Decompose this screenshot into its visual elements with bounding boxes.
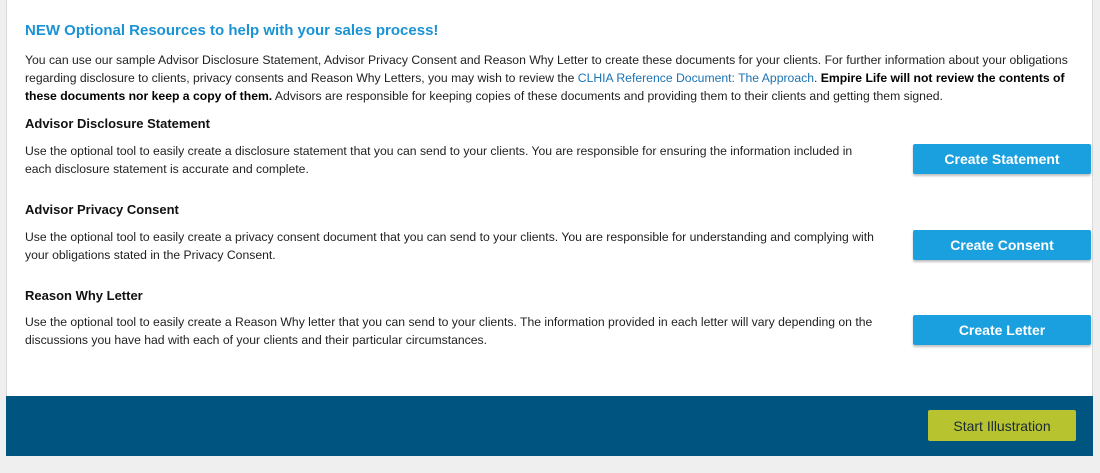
reason-why-letter-description: Use the optional tool to easily create a… bbox=[25, 315, 873, 347]
privacy-consent-title: Advisor Privacy Consent bbox=[25, 202, 179, 217]
privacy-consent-description: Use the optional tool to easily create a… bbox=[25, 230, 874, 262]
disclosure-statement-title: Advisor Disclosure Statement bbox=[25, 116, 210, 131]
disclosure-statement-description: Use the optional tool to easily create a… bbox=[25, 144, 853, 176]
resources-panel: NEW Optional Resources to help with your… bbox=[6, 0, 1093, 396]
create-letter-button[interactable]: Create Letter bbox=[913, 315, 1091, 345]
intro-text-end: Advisors are responsible for keeping cop… bbox=[272, 89, 943, 103]
reason-why-letter-title: Reason Why Letter bbox=[25, 288, 143, 303]
footer-bar: Start Illustration bbox=[6, 396, 1093, 456]
intro-text-after-link: . bbox=[813, 71, 821, 85]
resources-heading: NEW Optional Resources to help with your… bbox=[25, 22, 439, 39]
create-consent-button[interactable]: Create Consent bbox=[913, 230, 1091, 260]
intro-paragraph: You can use our sample Advisor Disclosur… bbox=[25, 51, 1070, 105]
clhia-reference-link[interactable]: CLHIA Reference Document: The Approach bbox=[578, 71, 814, 85]
create-statement-button[interactable]: Create Statement bbox=[913, 144, 1091, 174]
start-illustration-button[interactable]: Start Illustration bbox=[928, 410, 1076, 441]
